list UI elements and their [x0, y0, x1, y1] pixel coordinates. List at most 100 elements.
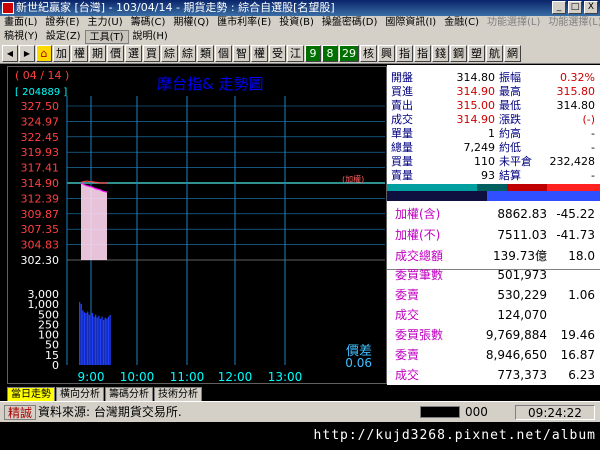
quote-row: 成交 314.90 漲跌 (-): [387, 113, 600, 127]
menu-item-8[interactable]: 國際資訊(I): [381, 16, 440, 30]
index-panel-row: 加權(不) 7511.03 -41.73: [387, 227, 600, 243]
row-value: 9,769,884: [485, 328, 547, 342]
title-bar: 新世紀贏家 [台灣] - 103/04/14 - 期貨走勢 : 綜合自選股[名望…: [0, 0, 600, 16]
menu-item-7[interactable]: 操盤密碼(D): [318, 16, 382, 30]
toolbar-button-7[interactable]: 綜: [179, 45, 196, 62]
y-tick-label: 302.30: [21, 254, 60, 267]
toolbar-button-24[interactable]: 航: [486, 45, 503, 62]
quote-label: 最低: [499, 99, 521, 112]
maximize-button[interactable]: □: [568, 1, 582, 14]
diff-value: 0.06: [345, 356, 372, 370]
quote-value: 232,428: [549, 155, 596, 168]
tab-0[interactable]: 當日走勢: [7, 387, 55, 401]
toolbar-button-9[interactable]: 個: [215, 45, 232, 62]
y-tick-label: 307.35: [21, 223, 60, 236]
y-tick-label: 309.87: [21, 208, 60, 221]
volume-tick-label: 0: [52, 359, 59, 372]
row-change: 1.06: [568, 288, 595, 302]
toolbar-button-4[interactable]: 選: [125, 45, 142, 62]
quote-row: 單量 1 約高 -: [387, 127, 600, 141]
quote-row: 總量 7,249 約低 -: [387, 141, 600, 155]
status-message: 資料來源: 台灣期貨交易所.: [38, 405, 182, 419]
order-panel-row: 成交 124,070: [387, 307, 600, 323]
toolbar-button-18[interactable]: 興: [378, 45, 395, 62]
menu-item-1[interactable]: 證券(E): [41, 16, 83, 30]
toolbar-button-21[interactable]: 錢: [432, 45, 449, 62]
toolbar-button-23[interactable]: 塑: [468, 45, 485, 62]
menu-item-11[interactable]: 功能選擇(L): [544, 16, 600, 30]
quote-row: 賣出 315.00 最低 314.80: [387, 99, 600, 113]
toolbar-button-13[interactable]: 江: [287, 45, 304, 62]
minimize-button[interactable]: _: [552, 1, 566, 14]
quote-value: 0.32%: [560, 71, 595, 84]
toolbar-left-arrow-icon[interactable]: ◀: [2, 45, 18, 62]
tab-3[interactable]: 技術分析: [154, 387, 202, 401]
toolbar-button-15[interactable]: 8: [322, 45, 338, 62]
quote-label: 結算: [499, 169, 521, 182]
quote-label: 賣出: [391, 99, 413, 112]
row-value: 124,070: [497, 308, 547, 322]
menu2-item-0[interactable]: 稿視(Y): [0, 30, 42, 44]
menu-item-5[interactable]: 匯市利率(E): [213, 16, 275, 30]
toolbar-button-3[interactable]: 價: [107, 45, 124, 62]
toolbar-button-0[interactable]: 加: [53, 45, 70, 62]
toolbar-button-16[interactable]: 29: [339, 45, 359, 62]
row-change: 16.87: [560, 348, 595, 362]
quote-label: 振幅: [499, 71, 521, 84]
toolbar-button-22[interactable]: 鋼: [450, 45, 467, 62]
menu-item-4[interactable]: 期權(Q): [169, 16, 213, 30]
toolbar-button-20[interactable]: 指: [414, 45, 431, 62]
y-tick-label: 324.97: [21, 115, 60, 128]
toolbar-button-11[interactable]: 權: [251, 45, 268, 62]
intraday-chart[interactable]: ( 04 / 14 ) [ 204889 ] 摩台指& 走勢圖 327.50 324.9…: [7, 65, 387, 385]
row-change: 19.46: [560, 328, 595, 342]
toolbar-button-10[interactable]: 智: [233, 45, 250, 62]
toolbar-button-19[interactable]: 指: [396, 45, 413, 62]
analysis-tabs: 當日走勢 橫向分析 籌碼分析 技術分析: [0, 385, 600, 401]
weighted-area: [81, 183, 107, 260]
index-panel-row: 成交總額 139.73億 18.0: [387, 248, 600, 264]
volume-bar: [101, 316, 103, 365]
menu-item-3[interactable]: 籌碼(C): [127, 16, 170, 30]
toolbar-button-17[interactable]: 核: [360, 45, 377, 62]
quote-value: -: [591, 141, 595, 154]
quote-value: 315.80: [556, 85, 596, 98]
toolbar-button-8[interactable]: 類: [197, 45, 214, 62]
row-value: 501,973: [497, 268, 547, 282]
volume-bar: [91, 312, 94, 365]
menu-item-10[interactable]: 功能選擇(L): [483, 16, 544, 30]
volume-bar: [85, 312, 87, 365]
quote-label: 賣量: [391, 169, 413, 182]
tab-1[interactable]: 橫向分析: [56, 387, 104, 401]
menu2-item-2[interactable]: 工具(T): [84, 30, 129, 44]
menu-item-6[interactable]: 投資(B): [275, 16, 318, 30]
toolbar-button-2[interactable]: 期: [89, 45, 106, 62]
menu-item-9[interactable]: 金融(C): [440, 16, 483, 30]
menu2-item-3[interactable]: 說明(H): [129, 30, 172, 44]
volume-bar: [103, 319, 105, 365]
close-button[interactable]: X: [584, 1, 598, 14]
toolbar-right-arrow-icon[interactable]: ▶: [19, 45, 35, 62]
home-icon[interactable]: ⌂: [36, 45, 52, 62]
menu-item-0[interactable]: 畫面(L): [0, 16, 41, 30]
quote-value: (-): [582, 113, 595, 126]
row-value: 8862.83: [497, 207, 547, 221]
toolbar-button-6[interactable]: 綜: [161, 45, 178, 62]
chart-title: 摩台指& 走勢圖: [157, 75, 263, 93]
order-panel-row: 委賣 530,229 1.06: [387, 287, 600, 303]
volume-bar: [83, 312, 86, 365]
menu-item-2[interactable]: 主力(U): [84, 16, 127, 30]
menu2-item-1[interactable]: 設定(Z): [42, 30, 85, 44]
toolbar-button-14[interactable]: 9: [305, 45, 321, 62]
quote-row: 開盤 314.80 振幅 0.32%: [387, 71, 600, 85]
row-label: 加權(不): [395, 228, 441, 242]
toolbar-button-1[interactable]: 權: [71, 45, 88, 62]
row-label: 委賣: [395, 348, 420, 362]
toolbar-button-5[interactable]: 買: [143, 45, 160, 62]
row-label: 委買筆數: [395, 268, 444, 282]
tab-2[interactable]: 籌碼分析: [105, 387, 153, 401]
toolbar-button-25[interactable]: 網: [504, 45, 521, 62]
toolbar-button-12[interactable]: 受: [269, 45, 286, 62]
x-tick-label: 9:00: [78, 370, 105, 384]
volume-bar: [80, 304, 82, 365]
